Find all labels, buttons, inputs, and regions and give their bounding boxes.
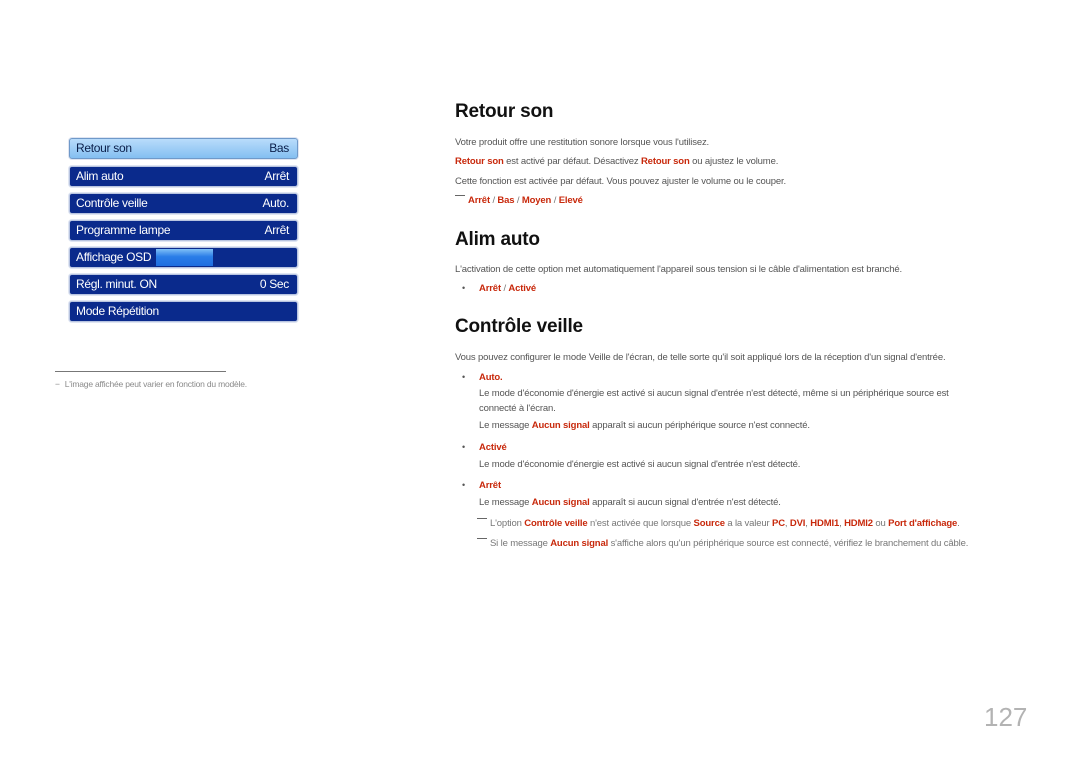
menu-item-value: Arrêt: [264, 223, 289, 237]
highlight-term: Source: [693, 518, 725, 529]
footnote-dash: −: [55, 379, 60, 389]
menu-item-label: Retour son: [76, 141, 132, 155]
paragraph: Retour son est activé par défaut. Désact…: [455, 156, 778, 167]
paragraph: L'activation de cette option met automat…: [455, 264, 903, 275]
text: n'est activée que lorsque: [587, 518, 694, 529]
menu-item-programme-lampe[interactable]: Programme lampe Arrêt: [69, 220, 298, 241]
text: est activé par défaut. Désactivez: [503, 156, 641, 167]
option-label-off: Arrêt: [479, 480, 501, 491]
menu-item-affichage-osd[interactable]: Affichage OSD: [69, 247, 298, 268]
menu-item-label: Régl. minut. ON: [76, 277, 157, 291]
option: Arrêt: [479, 283, 501, 294]
paragraph: Le mode d'économie d'énergie est activé …: [479, 388, 949, 399]
highlight-bar: [156, 249, 213, 266]
menu-item-regl-minut-on[interactable]: Régl. minut. ON 0 Sec: [69, 274, 298, 295]
highlight-term: Contrôle veille: [524, 518, 588, 529]
text: apparaît si aucun signal d'entrée n'est …: [589, 497, 781, 508]
note-dash-icon: [455, 195, 465, 196]
text: L'option: [490, 518, 525, 529]
section-title-controle-veille: Contrôle veille: [455, 316, 583, 337]
separator: /: [551, 195, 559, 206]
menu-item-value: 0 Sec: [259, 277, 289, 291]
bullet-icon: •: [462, 283, 466, 293]
options-list: Arrêt / Activé: [479, 283, 536, 294]
separator: /: [514, 195, 522, 206]
option: Bas: [497, 195, 515, 206]
text: s'affiche alors qu'un périphérique sourc…: [608, 538, 969, 549]
menu-item-label: Contrôle veille: [76, 196, 148, 210]
bullet-icon: •: [462, 480, 466, 490]
menu-item-value: Bas: [269, 141, 289, 155]
text: apparaît si aucun périphérique source n'…: [589, 420, 810, 431]
paragraph: Cette fonction est activée par défaut. V…: [455, 176, 786, 187]
paragraph: connecté à l'écran.: [479, 403, 556, 414]
highlight-term: HDMI1: [810, 518, 840, 529]
paragraph: Le message Aucun signal apparaît si aucu…: [479, 497, 781, 508]
text: Si le message: [490, 538, 551, 549]
footnote-divider: [55, 371, 226, 372]
text: Le message: [479, 497, 532, 508]
highlight-term: Aucun signal: [531, 497, 590, 508]
menu-item-alim-auto[interactable]: Alim auto Arrêt: [69, 166, 298, 187]
menu-item-value: Auto.: [262, 196, 289, 210]
menu-item-label: Alim auto: [76, 169, 124, 183]
highlight-term: Aucun signal: [550, 538, 609, 549]
text: Le message: [479, 420, 532, 431]
menu-item-mode-repetition[interactable]: Mode Répétition: [69, 301, 298, 322]
option-label-active: Activé: [479, 442, 507, 453]
highlight-term: HDMI2: [844, 518, 873, 529]
option: Activé: [508, 283, 537, 294]
highlight-term: Retour son: [640, 156, 690, 167]
paragraph: Le message Aucun signal apparaît si aucu…: [479, 420, 810, 431]
page-number: 127: [984, 702, 1028, 732]
bullet-icon: •: [462, 442, 466, 452]
options-note: Arrêt / Bas / Moyen / Elevé: [455, 195, 583, 206]
menu-item-controle-veille[interactable]: Contrôle veille Auto.: [69, 193, 298, 214]
paragraph: Vous pouvez configurer le mode Veille de…: [455, 352, 946, 363]
option-label-auto: Auto.: [479, 372, 503, 383]
note: L'option Contrôle veille n'est activée q…: [477, 518, 960, 529]
section-title-retour-son: Retour son: [455, 101, 554, 122]
menu-item-label: Affichage OSD: [76, 250, 152, 264]
menu-item-label: Mode Répétition: [76, 304, 159, 318]
menu-item-label: Programme lampe: [76, 223, 171, 237]
text: a la valeur: [724, 518, 773, 529]
option: Moyen: [521, 195, 552, 206]
text: ou: [872, 518, 889, 529]
menu-item-value: Arrêt: [264, 169, 289, 183]
highlight-term: Port d'affichage: [888, 518, 958, 529]
note: Si le message Aucun signal s'affiche alo…: [477, 538, 968, 549]
highlight-term: PC: [772, 518, 785, 529]
bullet-icon: •: [462, 372, 466, 382]
menu-item-retour-son[interactable]: Retour son Bas: [69, 138, 298, 159]
footnote-text: L'image affichée peut varier en fonction…: [64, 379, 247, 389]
paragraph: Votre produit offre une restitution sono…: [455, 137, 710, 148]
text: ou ajustez le volume.: [689, 156, 779, 167]
highlight-term: DVI: [789, 518, 806, 529]
text: .: [957, 518, 960, 529]
highlight-term: Aucun signal: [531, 420, 590, 431]
option: Elevé: [558, 195, 583, 206]
footnote: − L'image affichée peut varier en fonctio…: [55, 379, 247, 389]
highlight-term: Retour son: [455, 156, 504, 167]
paragraph: Le mode d'économie d'énergie est activé …: [479, 459, 801, 470]
note-dash-icon: [477, 538, 487, 539]
note-dash-icon: [477, 518, 487, 519]
section-title-alim-auto: Alim auto: [455, 229, 540, 250]
option: Arrêt: [468, 195, 490, 206]
